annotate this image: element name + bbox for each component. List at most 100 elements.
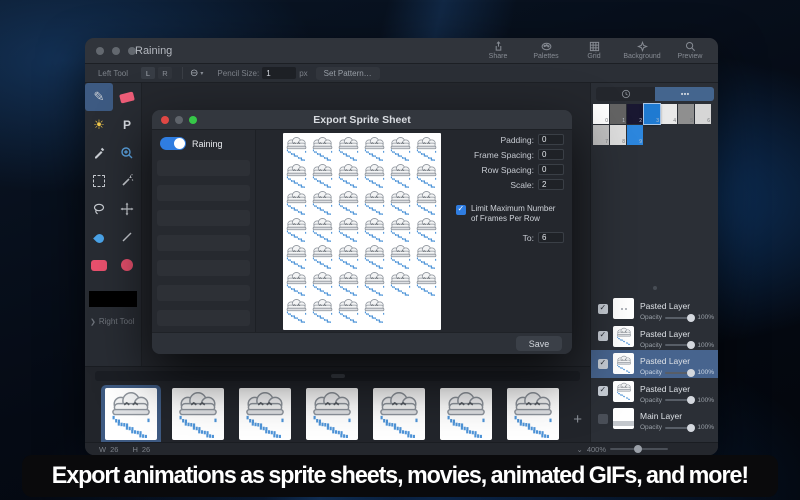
panel-resize-handle[interactable]: [653, 286, 657, 290]
color-swatch[interactable]: 2: [627, 104, 643, 124]
tool-droplet[interactable]: [85, 223, 113, 251]
tool-options-bar: Left Tool L R ⊖ ▾ Pencil Size: 1 px Set …: [85, 64, 718, 83]
padding-label: Padding:: [500, 135, 534, 145]
timeline-frame[interactable]: 0.100 s: [302, 385, 362, 450]
right-mouse-toggle[interactable]: R: [158, 67, 172, 79]
color-swatch[interactable]: 0: [593, 104, 609, 124]
tool-wand[interactable]: [113, 167, 141, 195]
add-frame-button[interactable]: +: [573, 411, 582, 428]
limit-frames-checkbox[interactable]: [456, 205, 466, 215]
opacity-slider[interactable]: [665, 427, 694, 429]
color-swatch[interactable]: 5: [678, 104, 694, 124]
sheet-sprite: [335, 270, 361, 297]
layer-toggle-switch[interactable]: [160, 137, 186, 150]
layer-visibility-checkbox[interactable]: [598, 359, 608, 369]
tool-color-rect[interactable]: [85, 251, 113, 279]
tool-eyedropper[interactable]: [85, 139, 113, 167]
opacity-slider[interactable]: [665, 372, 694, 374]
set-pattern-button[interactable]: Set Pattern…: [316, 67, 380, 80]
layer-row[interactable]: Pasted Layer Opacity100%: [591, 295, 718, 323]
tool-lasso[interactable]: [85, 195, 113, 223]
opacity-slider[interactable]: [665, 399, 694, 401]
layer-visibility-checkbox[interactable]: [598, 414, 608, 424]
tool-marquee[interactable]: [85, 167, 113, 195]
timeline-scrubber[interactable]: [95, 371, 580, 381]
timeline-frame[interactable]: 0.100 s: [503, 385, 563, 450]
padding-input[interactable]: 0: [538, 134, 564, 145]
layer-visibility-checkbox[interactable]: [598, 304, 608, 314]
color-swatch[interactable]: 1: [610, 104, 626, 124]
color-swatch[interactable]: 9: [627, 125, 643, 145]
grid-button[interactable]: Grid: [572, 39, 616, 60]
history-clock-icon: [621, 89, 631, 99]
opacity-slider[interactable]: [665, 317, 694, 319]
save-button[interactable]: Save: [516, 336, 562, 351]
row-spacing-input[interactable]: 0: [538, 164, 564, 175]
frame-spacing-input[interactable]: 0: [538, 149, 564, 160]
color-swatch[interactable]: 3: [644, 104, 660, 124]
eraser-icon: [119, 91, 135, 103]
left-mouse-toggle[interactable]: L: [141, 67, 155, 79]
layer-row-selected[interactable]: Pasted Layer Opacity100%: [591, 350, 718, 378]
tab-swatches[interactable]: [655, 87, 714, 101]
share-button[interactable]: Share: [476, 39, 520, 60]
dialog-titlebar[interactable]: Export Sprite Sheet: [152, 110, 572, 130]
sheet-sprite: [335, 162, 361, 189]
scale-input[interactable]: 2: [538, 179, 564, 190]
sheet-sprite: [361, 270, 387, 297]
palettes-button[interactable]: Palettes: [524, 39, 568, 60]
share-icon: [493, 41, 504, 52]
layer-row[interactable]: Pasted Layer Opacity100%: [591, 323, 718, 351]
titlebar[interactable]: Raining Share Palettes Grid Background P…: [85, 38, 718, 64]
opacity-slider[interactable]: [665, 344, 694, 346]
sheet-sprite: [413, 216, 439, 243]
color-swatch[interactable]: 8: [610, 125, 626, 145]
tab-history[interactable]: [596, 87, 655, 101]
tool-move[interactable]: [113, 195, 141, 223]
timeline-frame[interactable]: 0.100 s: [235, 385, 295, 450]
layers-list: Pasted Layer Opacity100% Pasted Layer Op…: [591, 295, 718, 433]
to-input[interactable]: 6: [538, 232, 564, 243]
sheet-sprite: [309, 270, 335, 297]
color-swatch[interactable]: 4: [661, 104, 677, 124]
timeline-frame[interactable]: 0.100 s: [101, 385, 161, 450]
frame-thumbnail: [507, 388, 559, 440]
preview-button[interactable]: Preview: [668, 39, 712, 60]
window-controls[interactable]: [96, 47, 136, 55]
timeline-frame[interactable]: 0.100 s: [369, 385, 429, 450]
tool-pattern[interactable]: P: [113, 111, 141, 139]
timeline-frame[interactable]: 0.100 s: [436, 385, 496, 450]
tool-zoom[interactable]: [113, 139, 141, 167]
tool-eraser[interactable]: [113, 83, 141, 111]
brush-shape-dropdown[interactable]: ⊖ ▾: [190, 68, 203, 79]
sheet-sprite: [309, 135, 335, 162]
eyedropper-icon: [92, 146, 106, 160]
tool-color-circle[interactable]: [113, 251, 141, 279]
layer-row[interactable]: Pasted Layer Opacity100%: [591, 378, 718, 406]
zoom-control[interactable]: ⌄ 400%: [577, 445, 668, 454]
caption-banner: Export animations as sprite sheets, movi…: [22, 455, 778, 497]
status-bar: W 26 H 26 ⌄ 400%: [85, 442, 718, 455]
color-swatch[interactable]: 7: [593, 125, 609, 145]
timeline-frame[interactable]: 0.100 s: [168, 385, 228, 450]
close-button[interactable]: [96, 47, 104, 55]
layer-row[interactable]: Main Layer Opacity100%: [591, 405, 718, 433]
tool-line[interactable]: [113, 223, 141, 251]
color-swatch[interactable]: 6: [695, 104, 711, 124]
minimize-button[interactable]: [112, 47, 120, 55]
background-button[interactable]: Background: [620, 39, 664, 60]
dialog-title: Export Sprite Sheet: [152, 114, 572, 126]
right-tool-disclosure[interactable]: ❯Right Tool: [90, 317, 134, 326]
current-color-swatch[interactable]: [89, 291, 137, 307]
pencil-size-input[interactable]: 1: [262, 67, 296, 79]
layer-toggle-row: Raining: [160, 137, 223, 150]
tool-pencil[interactable]: ✎: [85, 83, 113, 111]
layer-visibility-checkbox[interactable]: [598, 386, 608, 396]
lasso-icon: [92, 202, 106, 216]
zoom-slider[interactable]: [610, 448, 668, 450]
layer-visibility-checkbox[interactable]: [598, 331, 608, 341]
sheet-sprite: [335, 135, 361, 162]
export-sprite-sheet-dialog: Export Sprite Sheet Raining: [152, 110, 572, 354]
sheet-sprite: [387, 270, 413, 297]
tool-brightness[interactable]: ☀: [85, 111, 113, 139]
